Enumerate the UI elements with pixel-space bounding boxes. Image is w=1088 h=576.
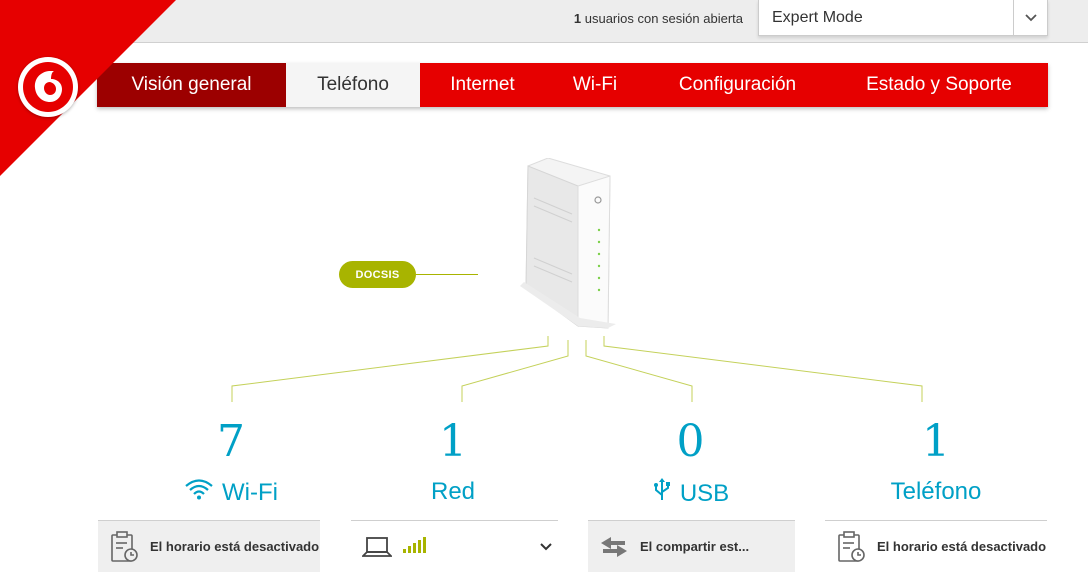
phone-schedule-text: El horario está desactivado [877, 539, 1047, 554]
phone-schedule-card[interactable]: El horario está desactivado [825, 520, 1047, 572]
stat-usb[interactable]: 0 USB [598, 420, 783, 509]
usb-share-text: El compartir est... [640, 539, 750, 554]
vodafone-logo[interactable] [18, 57, 78, 117]
usb-label: USB [679, 479, 730, 507]
wifi-label: Wi-Fi [222, 478, 278, 506]
share-icon [588, 535, 640, 559]
signal-strength-icon [403, 537, 427, 556]
wifi-count: 7 [217, 416, 245, 467]
red-label: Red [430, 478, 476, 505]
schedule-icon [98, 530, 150, 564]
laptop-icon [351, 536, 403, 558]
telefono-count: 1 [922, 416, 950, 467]
network-card[interactable] [351, 520, 558, 572]
wifi-icon [184, 478, 214, 507]
stat-telefono[interactable]: 1 Teléfono [836, 420, 1036, 506]
usb-count: 0 [676, 416, 705, 467]
usb-share-card[interactable]: El compartir est... [588, 520, 795, 572]
schedule-icon [825, 530, 877, 564]
wifi-schedule-card[interactable]: El horario está desactivado [98, 520, 320, 572]
wifi-schedule-text: El horario está desactivado [150, 539, 320, 554]
chevron-down-icon[interactable] [540, 539, 552, 554]
usb-icon [652, 478, 672, 509]
telefono-label: Teléfono [890, 478, 982, 505]
stat-red[interactable]: 1 Red [363, 420, 543, 506]
stat-wifi[interactable]: 7 Wi-Fi [131, 420, 331, 507]
red-count: 1 [439, 416, 467, 467]
